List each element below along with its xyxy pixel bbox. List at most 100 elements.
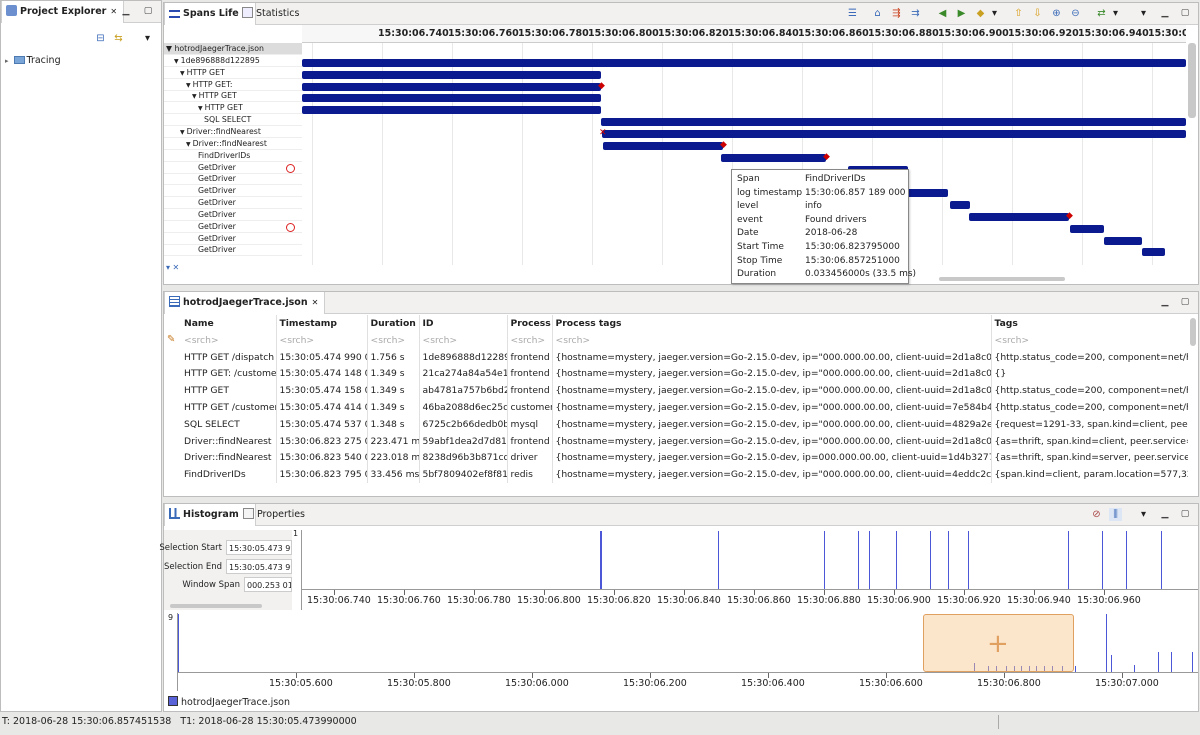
search-cell[interactable]: <srch> xyxy=(367,332,420,349)
search-row[interactable]: <srch> <srch> <srch> <srch> <srch> <srch> <src… xyxy=(181,332,1188,349)
tree-row[interactable]: GetDriver xyxy=(164,221,302,233)
tree-row[interactable]: GetDriver xyxy=(164,185,302,198)
events-table[interactable]: Name Timestamp Duration ID Process Process ta… xyxy=(181,315,1188,484)
window-span-field[interactable]: 000.253 017 xyxy=(244,577,292,592)
zoom-in-icon[interactable]: ⊕ xyxy=(1050,7,1063,20)
table-cell[interactable]: 1.348 s xyxy=(367,415,420,433)
table-cell[interactable]: {as=thrift, span.kind=client, peer.servi… xyxy=(991,432,1188,450)
table-cell[interactable]: 1.756 s xyxy=(367,348,420,366)
table-cell[interactable]: {http.status_code=200, component=net/htt… xyxy=(991,382,1188,400)
table-cell[interactable]: {as=thrift, span.kind=server, peer.servi… xyxy=(991,449,1188,467)
table-row[interactable]: Driver::findNearest15:30:06.823 275 0002… xyxy=(181,432,1188,450)
tree-row[interactable]: GetDriver xyxy=(164,233,302,245)
tree-row[interactable]: GetDriver xyxy=(164,244,302,257)
table-cell[interactable]: 223.471 ms xyxy=(367,432,420,450)
table-vertical-scrollbar[interactable] xyxy=(1190,318,1196,346)
table-cell[interactable]: 223.018 ms xyxy=(367,449,420,467)
minimize-icon[interactable]: ▁ xyxy=(1160,297,1170,307)
expand-icon[interactable]: ▼ xyxy=(186,82,191,89)
close-icon[interactable]: ✕ xyxy=(110,7,117,16)
span-bar[interactable] xyxy=(302,94,601,103)
table-cell[interactable]: {hostname=mystery, jaeger.version=Go-2.1… xyxy=(552,365,992,383)
table-cell[interactable]: 15:30:05.474 990 000 xyxy=(276,348,368,366)
table-cell[interactable]: Driver::findNearest xyxy=(181,449,277,467)
selection-end-field[interactable]: 15:30:05.473 990 xyxy=(226,559,292,574)
span-bar[interactable] xyxy=(1104,236,1142,245)
table-cell[interactable]: frontend xyxy=(507,432,553,450)
table-cell[interactable]: FindDriverIDs xyxy=(181,466,277,484)
span-bar[interactable] xyxy=(969,212,1069,221)
table-cell[interactable]: SQL SELECT xyxy=(181,415,277,433)
prev-item-icon[interactable]: ⇧ xyxy=(1012,7,1025,20)
search-cell[interactable]: <srch> xyxy=(552,332,992,349)
table-cell[interactable]: 46ba2088d6ec25c xyxy=(419,399,508,416)
collapse-all-icon[interactable]: ⊟ xyxy=(94,32,107,45)
tree-row[interactable]: GetDriver xyxy=(164,162,302,174)
controls-scrollbar[interactable] xyxy=(170,604,262,608)
column-header[interactable]: Process tags xyxy=(552,315,992,332)
span-bar[interactable] xyxy=(302,82,601,91)
table-cell[interactable]: 21ca274a84a54e11 xyxy=(419,365,508,383)
table-cell[interactable]: frontend xyxy=(507,365,553,383)
column-header[interactable]: Tags xyxy=(991,315,1188,332)
next-event-icon[interactable]: ▶ xyxy=(955,7,968,20)
span-bar[interactable] xyxy=(1070,224,1104,233)
table-cell[interactable]: {hostname=mystery, jaeger.version=Go-2.1… xyxy=(552,399,992,416)
search-cell[interactable]: <srch> xyxy=(507,332,553,349)
expand-icon[interactable]: ▸ xyxy=(5,57,9,65)
table-cell[interactable]: {hostname=mystery, jaeger.version=Go-2.1… xyxy=(552,382,992,400)
link-editor-icon[interactable]: ⇆ xyxy=(112,32,125,45)
tree-row[interactable]: ▼ HTTP GET xyxy=(164,67,302,79)
show-arrows-icon[interactable]: ⇶ xyxy=(890,7,903,20)
table-row[interactable]: HTTP GET /customer15:30:05.474 414 0001.… xyxy=(181,399,1188,416)
marker-icon[interactable]: ◆ xyxy=(974,7,987,20)
tab-properties[interactable]: Properties xyxy=(239,504,311,526)
table-cell[interactable]: 15:30:06.823 275 000 xyxy=(276,432,368,450)
tree-row[interactable]: GetDriver xyxy=(164,209,302,221)
zoom-out-icon[interactable]: ⊖ xyxy=(1069,7,1082,20)
tree-row[interactable]: ▼ HTTP GET xyxy=(164,90,302,103)
horizontal-scrollbar[interactable] xyxy=(939,277,1065,281)
table-cell[interactable]: {hostname=mystery, jaeger.version=Go-2.1… xyxy=(552,466,992,484)
table-cell[interactable]: 59abf1dea2d7d817 xyxy=(419,432,508,450)
search-cell[interactable]: <srch> xyxy=(991,332,1188,349)
table-row[interactable]: FindDriverIDs15:30:06.823 795 00033.456 … xyxy=(181,466,1188,484)
table-cell[interactable]: 33.456 ms xyxy=(367,466,420,484)
prev-event-icon[interactable]: ◀ xyxy=(936,7,949,20)
table-cell[interactable]: {http.status_code=200, component=net/htt… xyxy=(991,348,1188,366)
close-icon[interactable]: ✕ xyxy=(312,298,319,307)
table-cell[interactable]: HTTP GET: /customer xyxy=(181,365,277,383)
next-item-icon[interactable]: ⇩ xyxy=(1031,7,1044,20)
expand-icon[interactable]: ▼ xyxy=(198,105,203,112)
search-cell[interactable]: <srch> xyxy=(419,332,508,349)
expand-icon[interactable]: ▼ xyxy=(192,93,197,100)
table-cell[interactable]: driver xyxy=(507,449,553,467)
table-row[interactable]: HTTP GET /dispatch15:30:05.474 990 0001.… xyxy=(181,348,1188,366)
time-scale[interactable]: 15:30:06.740 15:30:06.760 15:30:06.780 15:3… xyxy=(302,25,1186,43)
span-bar[interactable] xyxy=(601,118,1186,127)
table-cell[interactable]: HTTP GET /customer xyxy=(181,399,277,416)
table-cell[interactable]: {request=1291-33, span.kind=client, peer… xyxy=(991,415,1188,433)
search-filter-icon[interactable]: ✎ xyxy=(167,334,175,345)
collapse-tree-icon[interactable]: ▾ ✕ xyxy=(166,263,179,272)
hide-lost-events-icon[interactable]: ⊘ xyxy=(1090,508,1103,521)
tab-project-explorer[interactable]: Project Explorer ✕ xyxy=(1,1,125,23)
column-header[interactable]: ID xyxy=(419,315,508,332)
column-header[interactable]: Timestamp xyxy=(276,315,368,332)
minimize-icon[interactable]: ▁ xyxy=(121,6,131,16)
span-bar[interactable] xyxy=(1142,248,1165,257)
hide-arrows-icon[interactable]: ⇉ xyxy=(909,7,922,20)
column-header[interactable]: Name xyxy=(181,315,277,332)
selection-start-field[interactable]: 15:30:05.473 990 xyxy=(226,540,292,555)
table-cell[interactable]: customer xyxy=(507,399,553,416)
search-cell[interactable]: <srch> xyxy=(181,332,277,349)
table-cell[interactable]: {http.status_code=200, component=net/htt… xyxy=(991,399,1188,416)
expand-icon[interactable]: ▼ xyxy=(186,141,191,148)
maximize-icon[interactable]: ▢ xyxy=(1180,297,1190,307)
table-cell[interactable]: 1de896888d122895 xyxy=(419,348,508,366)
minimize-icon[interactable]: ▁ xyxy=(1160,509,1170,519)
tree-row[interactable]: SQL SELECT xyxy=(164,114,302,127)
table-cell[interactable]: frontend xyxy=(507,348,553,366)
table-cell[interactable]: frontend xyxy=(507,382,553,400)
marker-dropdown-icon[interactable]: ▾ xyxy=(988,7,1001,20)
